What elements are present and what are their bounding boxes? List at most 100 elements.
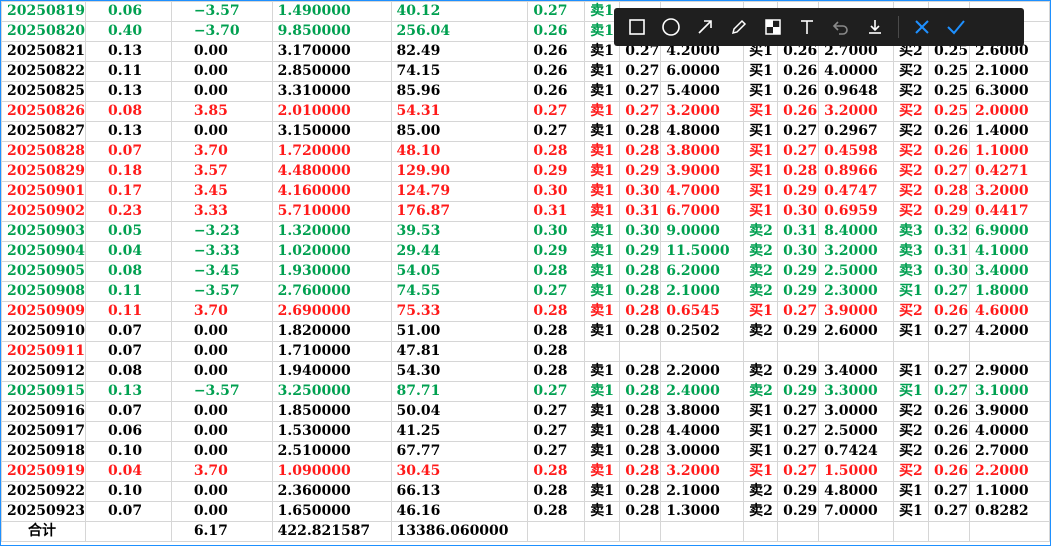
cell-level1-price[interactable]: 0.28 — [619, 361, 662, 382]
cell-level1[interactable]: 卖1 — [584, 461, 621, 482]
cell-level3-price[interactable]: 0.26 — [928, 461, 970, 482]
empty-cell[interactable] — [527, 521, 586, 542]
cell-amount[interactable]: 51.00 — [390, 321, 529, 342]
cell-level3-price[interactable]: 0.31 — [928, 241, 970, 262]
cell-date[interactable]: 20250903 — [1, 221, 86, 242]
cell-level3-price[interactable]: 0.26 — [928, 141, 970, 162]
cell-level3[interactable]: 买1 — [893, 481, 929, 502]
cell-level3-price[interactable]: 0.30 — [928, 261, 970, 282]
empty-cell[interactable] — [84, 521, 172, 542]
cell-level2[interactable]: 买1 — [743, 461, 779, 482]
cell-date[interactable]: 20250916 — [1, 401, 86, 422]
cell-amount[interactable]: 74.15 — [390, 61, 529, 82]
cell-level1[interactable]: 卖1 — [584, 61, 621, 82]
cell-level2[interactable]: 买1 — [743, 161, 779, 182]
cell-level1-qty[interactable]: 2.4000 — [660, 381, 745, 402]
cell-change[interactable]: 0.07 — [84, 321, 172, 342]
cell-level3-price[interactable]: 0.25 — [928, 61, 970, 82]
cell-level1-price[interactable]: 0.28 — [619, 501, 662, 522]
cell-level1[interactable]: 卖1 — [584, 321, 621, 342]
cell-change[interactable]: 0.08 — [84, 261, 172, 282]
cell-level2-qty[interactable]: 3.2000 — [818, 101, 895, 122]
cell-change-pct[interactable]: 0.00 — [170, 121, 273, 142]
cell-volume[interactable]: 1.850000 — [271, 401, 392, 422]
cell-date[interactable]: 20250908 — [1, 281, 86, 302]
cell-level3[interactable]: 卖3 — [893, 221, 929, 242]
cell-level2-price[interactable]: 0.28 — [777, 161, 820, 182]
cell-level1-qty[interactable]: 3.2000 — [660, 461, 745, 482]
cell-price[interactable]: 0.27 — [527, 281, 586, 302]
cell-level1-price[interactable]: 0.30 — [619, 181, 662, 202]
cell-amount[interactable]: 75.33 — [390, 301, 529, 322]
cell-amount[interactable]: 67.77 — [390, 441, 529, 462]
cell-date[interactable]: 20250910 — [1, 321, 86, 342]
cell-amount[interactable]: 129.90 — [390, 161, 529, 182]
cell-amount[interactable]: 41.25 — [390, 421, 529, 442]
cell-level3-price[interactable] — [928, 341, 970, 362]
cell-level3-qty[interactable]: 3.2000 — [968, 181, 1050, 202]
cell-level1-price[interactable]: 0.29 — [619, 241, 662, 262]
cell-change-pct[interactable]: 0.00 — [170, 441, 273, 462]
cell-level2-price[interactable]: 0.30 — [777, 241, 820, 262]
cell-level1-qty[interactable]: 2.1000 — [660, 281, 745, 302]
cell-change[interactable]: 0.13 — [84, 41, 172, 62]
cell-level1-price[interactable]: 0.28 — [619, 261, 662, 282]
cell-price[interactable]: 0.27 — [527, 101, 586, 122]
cell-amount[interactable]: 74.55 — [390, 281, 529, 302]
cell-level1[interactable]: 卖1 — [584, 401, 621, 422]
cell-level1[interactable]: 卖1 — [584, 181, 621, 202]
cell-change[interactable]: 0.07 — [84, 341, 172, 362]
cell-level1-qty[interactable]: 0.2502 — [660, 321, 745, 342]
cell-date[interactable]: 20250923 — [1, 501, 86, 522]
cell-level3-qty[interactable]: 6.3000 — [968, 81, 1050, 102]
cell-level3-qty[interactable]: 1.4000 — [968, 121, 1050, 142]
cell-level2-price[interactable]: 0.27 — [777, 301, 820, 322]
cell-level3-price[interactable]: 0.27 — [928, 501, 970, 522]
cell-level3[interactable]: 买2 — [893, 421, 929, 442]
cell-level1-price[interactable]: 0.28 — [619, 141, 662, 162]
cell-volume[interactable]: 1.650000 — [271, 501, 392, 522]
cell-date[interactable]: 20250826 — [1, 101, 86, 122]
cell-date[interactable]: 20250911 — [1, 341, 86, 362]
cell-level2-qty[interactable]: 3.2000 — [818, 241, 895, 262]
cell-change[interactable]: 0.13 — [84, 81, 172, 102]
cell-change[interactable]: 0.11 — [84, 61, 172, 82]
cell-level2[interactable]: 卖2 — [743, 481, 779, 502]
cell-price[interactable]: 0.26 — [527, 41, 586, 62]
cell-level1[interactable]: 卖1 — [584, 361, 621, 382]
cell-level1-qty[interactable]: 3.2000 — [660, 101, 745, 122]
cell-level3-qty[interactable]: 4.0000 — [968, 421, 1050, 442]
cell-level3-price[interactable]: 0.29 — [928, 201, 970, 222]
cell-price[interactable]: 0.28 — [527, 501, 586, 522]
cell-level3[interactable]: 买2 — [893, 121, 929, 142]
cell-date[interactable]: 20250919 — [1, 461, 86, 482]
cell-price[interactable]: 0.27 — [527, 1, 586, 22]
cell-level3[interactable]: 卖3 — [893, 241, 929, 262]
cell-level2[interactable]: 买1 — [743, 401, 779, 422]
cell-level3-price[interactable]: 0.26 — [928, 121, 970, 142]
cell-date[interactable]: 20250904 — [1, 241, 86, 262]
cell-level1[interactable]: 卖1 — [584, 101, 621, 122]
cell-level1[interactable]: 卖1 — [584, 141, 621, 162]
cell-date[interactable]: 20250918 — [1, 441, 86, 462]
cell-level3-price[interactable]: 0.27 — [928, 481, 970, 502]
cell-price[interactable]: 0.28 — [527, 461, 586, 482]
cell-level2[interactable]: 卖2 — [743, 361, 779, 382]
cell-amount[interactable]: 39.53 — [390, 221, 529, 242]
cell-level1[interactable]: 卖1 — [584, 301, 621, 322]
cell-level2-price[interactable]: 0.27 — [777, 141, 820, 162]
cell-price[interactable]: 0.26 — [527, 21, 586, 42]
cell-volume[interactable]: 1.490000 — [271, 1, 392, 22]
cell-level2-price[interactable] — [777, 341, 820, 362]
cell-level3[interactable]: 买1 — [893, 381, 929, 402]
cell-volume[interactable]: 2.760000 — [271, 281, 392, 302]
cell-amount[interactable]: 30.45 — [390, 461, 529, 482]
cell-level2-qty[interactable]: 0.4747 — [818, 181, 895, 202]
cell-change-pct[interactable]: −3.23 — [170, 221, 273, 242]
cell-change[interactable]: 0.23 — [84, 201, 172, 222]
cell-level1-price[interactable]: 0.27 — [619, 61, 662, 82]
cell-date[interactable]: 20250902 — [1, 201, 86, 222]
cell-amount[interactable]: 82.49 — [390, 41, 529, 62]
cell-level3-qty[interactable]: 1.1000 — [968, 141, 1050, 162]
cell-level3-qty[interactable]: 0.4271 — [968, 161, 1050, 182]
